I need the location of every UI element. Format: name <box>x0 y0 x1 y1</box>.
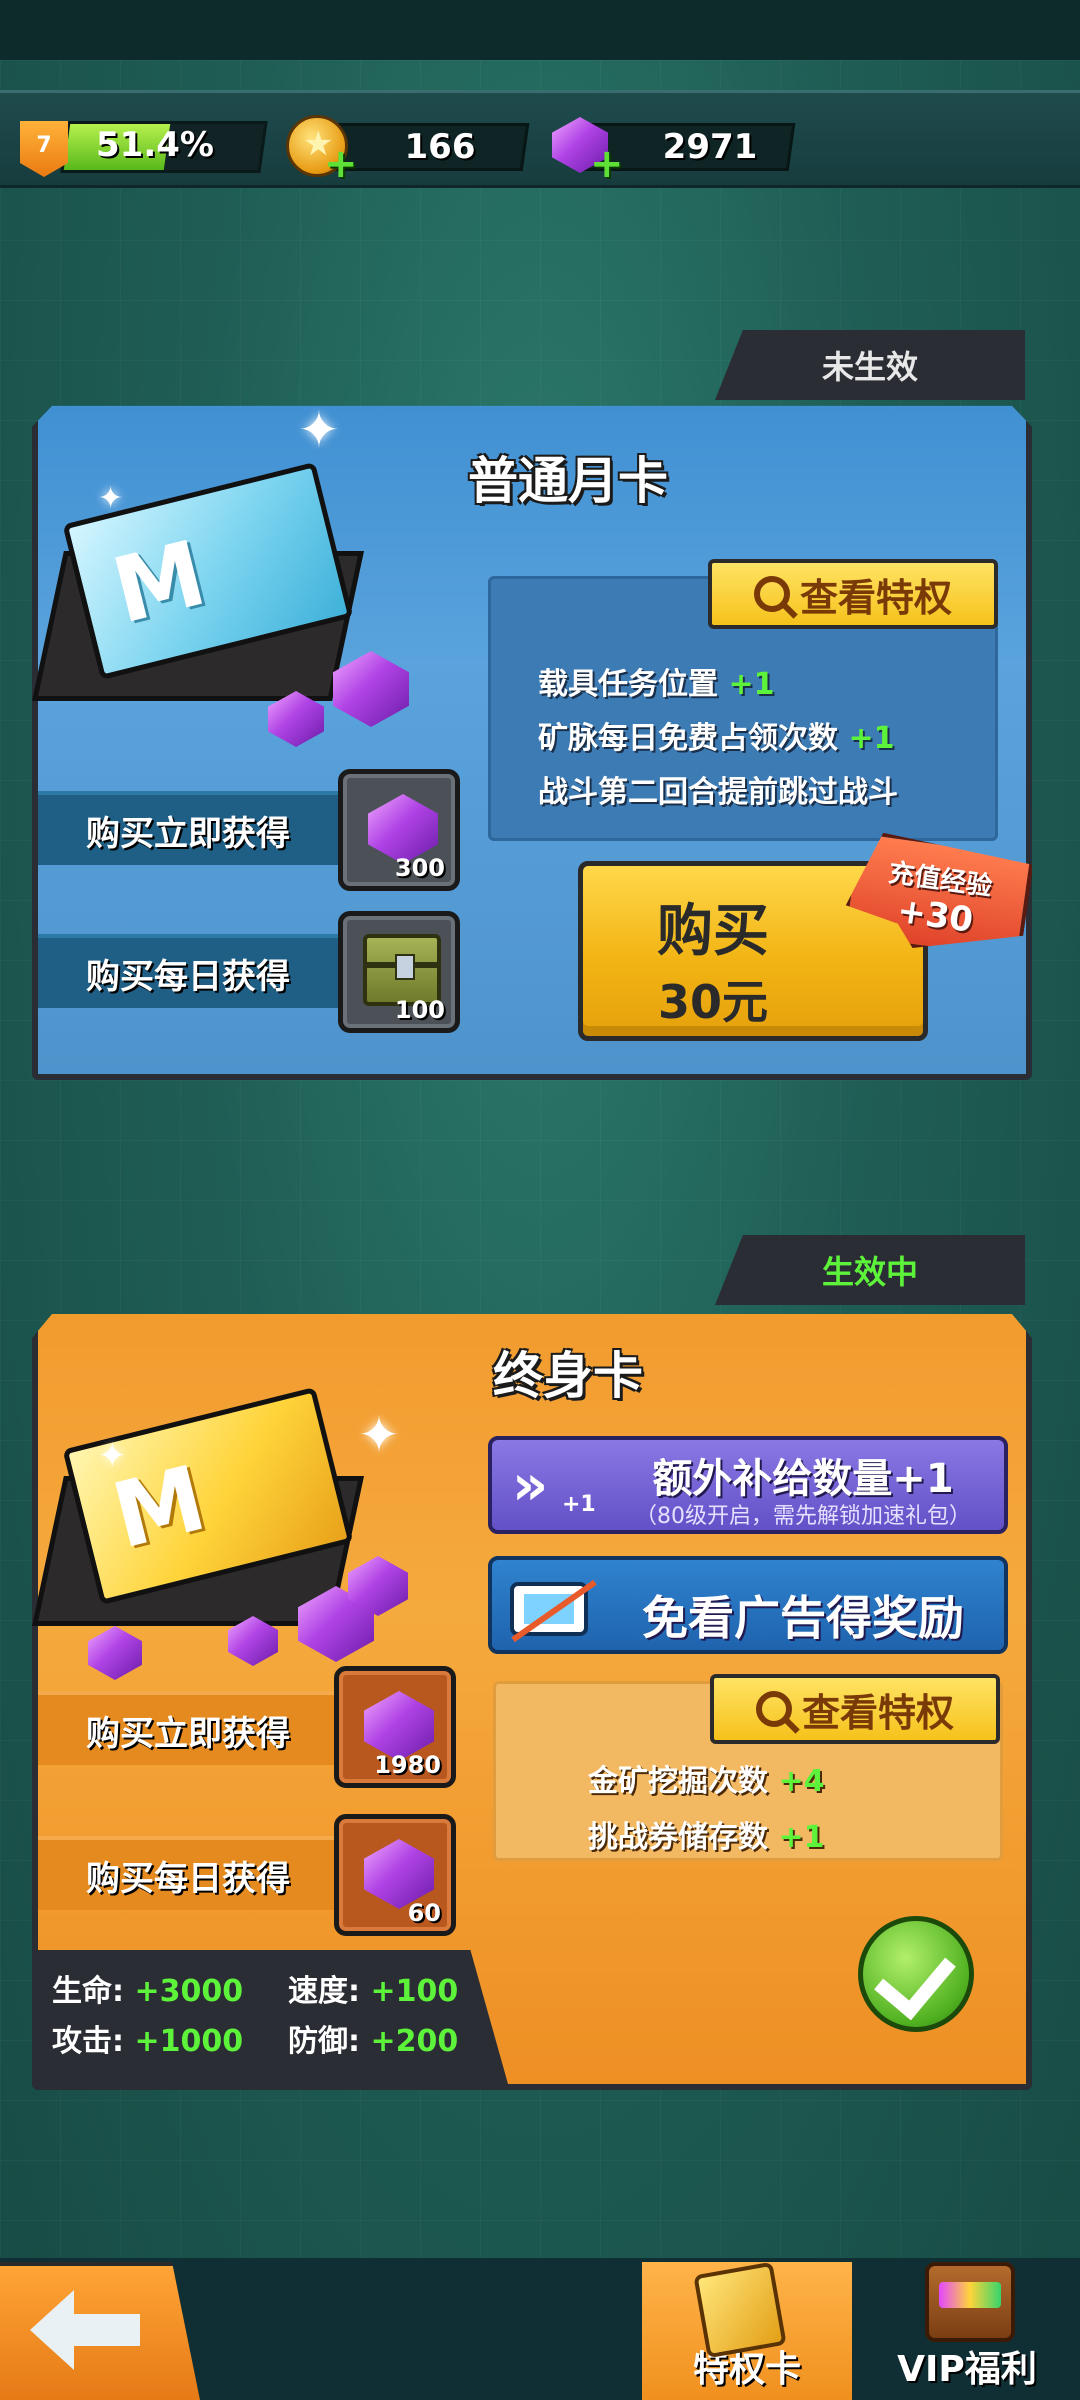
add-gold-icon[interactable]: + <box>324 144 358 184</box>
view-perks-label: 查看特权 <box>801 1690 954 1735</box>
extra-supply-title: 额外补给数量+1 <box>652 1456 954 1502</box>
stat-speed: 速度: +100 <box>288 1966 458 2010</box>
instant-gain-label: 购买立即获得 <box>38 791 338 865</box>
no-ads-feature[interactable]: 免看广告得奖励 <box>488 1556 1008 1654</box>
perk-text: 矿脉每日免费占领次数 <box>538 721 838 756</box>
extra-supply-feature[interactable]: » +1 额外补给数量+1 （80级开启，需先解锁加速礼包） <box>488 1436 1008 1534</box>
daily-chest-count: 100 <box>394 996 445 1024</box>
tab-vip-welfare-label: VIP福利 <box>897 2349 1037 2390</box>
daily-gain-label: 购买每日获得 <box>38 1836 338 1910</box>
instant-gem-reward[interactable]: 300 <box>338 769 460 891</box>
no-ads-title: 免看广告得奖励 <box>642 1591 964 1645</box>
buy-price: 30元 <box>657 975 768 1029</box>
daily-gem-reward[interactable]: 60 <box>334 1814 456 1936</box>
privilege-card-icon <box>693 2261 787 2359</box>
perk-text: 金矿挖掘次数 <box>588 1764 768 1799</box>
instant-gem-count: 300 <box>394 854 445 882</box>
stat-defense-label: 防御: <box>288 2024 360 2059</box>
sparkle-icon: ✦ <box>98 1436 127 1476</box>
stat-speed-label: 速度: <box>288 1974 360 2009</box>
stats-panel: 生命: +3000 速度: +100 攻击: +1000 防御: +200 <box>38 1950 508 2084</box>
stat-defense-value: +200 <box>370 2024 459 2059</box>
lifetime-card-ticket: M <box>32 1386 368 1626</box>
perk-plus: +1 <box>848 721 895 756</box>
status-strip <box>0 0 1080 60</box>
xp-percent: 51.4% <box>96 125 214 165</box>
monthly-view-perks-button[interactable]: 查看特权 <box>708 559 998 629</box>
stat-speed-value: +100 <box>370 1974 459 2009</box>
fast-forward-plus: +1 <box>562 1492 596 1517</box>
sparkle-icon: ✦ <box>358 1406 400 1464</box>
gold-amount: 166 <box>404 127 476 167</box>
buy-label: 购买 <box>657 899 769 964</box>
stat-attack-label: 攻击: <box>52 2024 124 2059</box>
resource-bar: 7 51.4% + 166 + 2971 <box>0 90 1080 188</box>
perk-plus: +1 <box>778 1820 825 1855</box>
perk-text: 载具任务位置 <box>538 667 718 702</box>
monthly-card-panel: 普通月卡 M ✦ ✦ 购买立即获得 300 购买每日获得 100 查看特权 载具… <box>32 401 1032 1080</box>
monthly-card-status-tab: 未生效 <box>715 330 1025 400</box>
extra-supply-subtitle: （80级开启，需先解锁加速礼包） <box>635 1504 971 1529</box>
perk-line: 矿脉每日免费占领次数 +1 <box>538 713 894 757</box>
stat-hp: 生命: +3000 <box>52 1966 243 2010</box>
instant-gem-count: 1980 <box>374 1751 441 1779</box>
sparkle-icon: ✦ <box>98 481 124 516</box>
gem-pile-icon <box>88 1626 142 1680</box>
magnifier-icon <box>755 1691 792 1727</box>
instant-gain-label: 购买立即获得 <box>38 1691 338 1765</box>
daily-gain-label: 购买每日获得 <box>38 934 338 1008</box>
no-ads-tv-icon <box>510 1582 588 1636</box>
perk-text: 挑战券储存数 <box>588 1820 768 1855</box>
monthly-card-ticket: M <box>32 461 368 701</box>
perk-text: 战斗第二回合提前跳过战斗 <box>538 775 898 810</box>
view-perks-label: 查看特权 <box>799 575 952 620</box>
perk-line: 载具任务位置 +1 <box>538 659 774 703</box>
stat-defense: 防御: +200 <box>288 2016 458 2060</box>
lifetime-card-panel: 终身卡 M ✦ ✦ » +1 额外补给数量+1 （80级开启，需先解锁加速礼包）… <box>32 1314 1032 2090</box>
perk-line: 挑战券储存数 +1 <box>588 1812 824 1856</box>
perk-plus: +1 <box>728 667 775 702</box>
perk-line: 金矿挖掘次数 +4 <box>588 1756 824 1800</box>
sparkle-icon: ✦ <box>298 401 340 459</box>
stat-attack-value: +1000 <box>134 2024 244 2059</box>
vip-chest-icon <box>925 2262 1015 2342</box>
stat-hp-label: 生命: <box>52 1974 124 2009</box>
add-gem-icon[interactable]: + <box>590 144 624 184</box>
instant-gem-reward[interactable]: 1980 <box>334 1666 456 1788</box>
monthly-card-title: 普通月卡 <box>468 452 668 510</box>
magnifier-icon <box>753 576 790 612</box>
daily-gem-count: 60 <box>407 1899 441 1927</box>
perk-line: 战斗第二回合提前跳过战斗 <box>538 767 898 811</box>
daily-chest-reward[interactable]: 100 <box>338 911 460 1033</box>
lifetime-card-status-tab: 生效中 <box>715 1235 1025 1305</box>
perk-plus: +4 <box>778 1764 825 1799</box>
lifetime-view-perks-button[interactable]: 查看特权 <box>710 1674 1000 1744</box>
stat-hp-value: +3000 <box>134 1974 244 2009</box>
stat-attack: 攻击: +1000 <box>52 2016 243 2060</box>
gem-amount: 2971 <box>662 127 758 167</box>
active-check-icon <box>858 1916 974 2032</box>
lifetime-card-title: 终身卡 <box>493 1347 643 1405</box>
